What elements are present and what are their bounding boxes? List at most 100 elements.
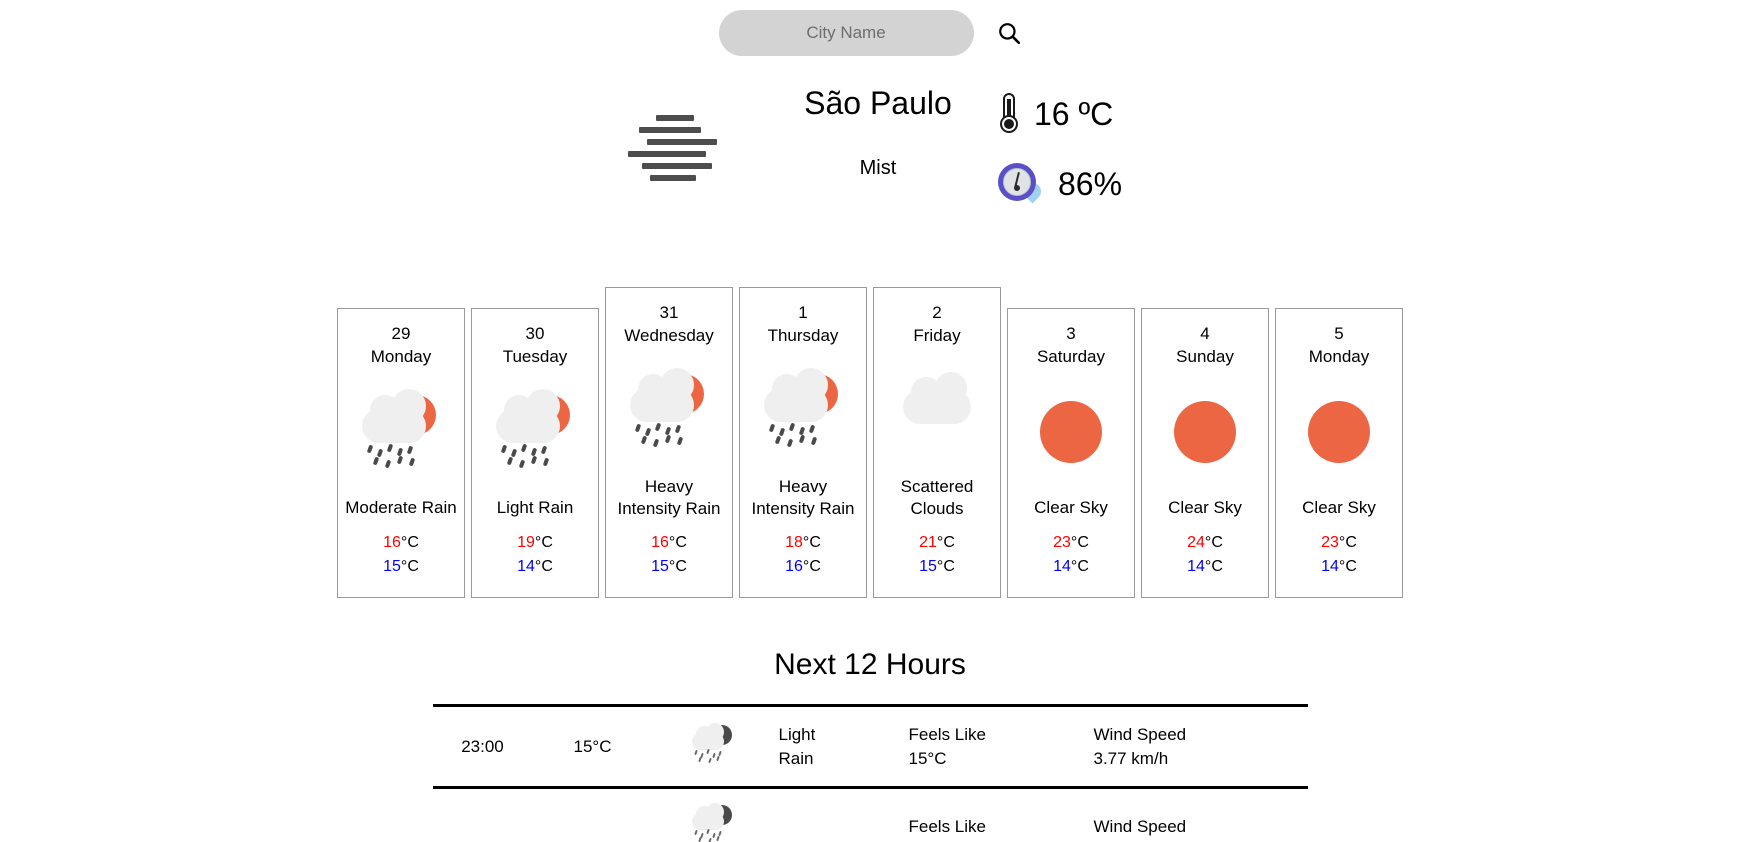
forecast-description: Clear Sky	[1302, 497, 1376, 517]
sun-cloud-rain-icon	[628, 367, 710, 450]
sun-cloud-rain-icon	[494, 388, 576, 471]
current-conditions: São Paulo Mist 16 ºC 86%	[0, 85, 1740, 212]
hourly-row: Feels Like Wind Speed	[432, 787, 1308, 842]
forecast-low-temp: 15°C	[383, 557, 419, 575]
hourly-row: 23:00 15°C Light Rain Feels Like 15°C Wi…	[432, 705, 1308, 788]
mist-icon	[618, 108, 728, 188]
forecast-card[interactable]: 3 Saturday Clear Sky 23°C 14°C	[1007, 307, 1135, 598]
sun-icon	[1030, 393, 1112, 471]
cloud-icon	[896, 371, 978, 450]
hourly-table-body: 23:00 15°C Light Rain Feels Like 15°C Wi…	[432, 705, 1308, 842]
forecast-high-temp: 23°C	[1321, 533, 1357, 551]
hourly-condition	[773, 788, 903, 842]
hourly-icon-cell	[653, 705, 773, 788]
forecast-description: Moderate Rain	[345, 497, 457, 517]
sun-cloud-rain-icon	[762, 367, 844, 450]
forecast-date: 3	[1066, 323, 1076, 343]
forecast-high-temp: 19°C	[517, 533, 553, 551]
forecast-description: Scattered Clouds	[900, 476, 974, 519]
forecast-card[interactable]: 30 Tuesday Light Rain 19°C 14°C	[471, 307, 599, 598]
hourly-temp	[533, 788, 653, 842]
forecast-card-list: 29 Monday Moderate Rain 16°C 15°C 30 Tues…	[0, 287, 1740, 598]
forecast-high-temp: 23°C	[1053, 533, 1089, 551]
forecast-date: 4	[1200, 323, 1210, 343]
forecast-high-temp: 16°C	[651, 533, 687, 551]
sun-cloud-rain-icon	[360, 388, 442, 471]
forecast-card[interactable]: 2 Friday Scattered Clouds 21°C 15°C	[873, 287, 1001, 598]
forecast-weekday: Friday	[913, 325, 961, 345]
search-bar	[0, 0, 1740, 56]
current-humidity: 86%	[1057, 165, 1123, 202]
temperature-row: 16 ºC	[998, 86, 1122, 142]
forecast-weekday: Saturday	[1036, 346, 1106, 366]
forecast-date: 2	[932, 303, 942, 322]
forecast-card[interactable]: 5 Monday Clear Sky 23°C 14°C	[1275, 307, 1403, 598]
current-temperature: 16 ºC	[1033, 95, 1114, 132]
forecast-icon-wrap	[746, 366, 860, 456]
forecast-icon-wrap	[478, 387, 592, 477]
forecast-low-temp: 15°C	[919, 557, 955, 575]
forecast-weekday: Thursday	[767, 325, 839, 345]
forecast-low-temp: 16°C	[785, 557, 821, 575]
forecast-description: Heavy Intensity Rain	[617, 476, 721, 519]
forecast-weekday: Sunday	[1176, 346, 1234, 366]
forecast-weekday: Monday	[370, 346, 432, 366]
current-description: Mist	[859, 157, 897, 180]
forecast-description: Clear Sky	[1034, 497, 1108, 517]
forecast-low-temp: 14°C	[1321, 557, 1357, 575]
forecast-low-temp: 14°C	[1053, 557, 1089, 575]
thermometer-icon	[998, 93, 1020, 135]
forecast-description: Heavy Intensity Rain	[751, 476, 855, 519]
humidity-gauge-icon	[997, 163, 1045, 205]
search-input[interactable]	[718, 10, 974, 56]
hourly-temp: 15°C	[573, 736, 612, 756]
forecast-date: 31	[659, 303, 679, 322]
forecast-date: 30	[525, 323, 545, 343]
forecast-low-temp: 15°C	[651, 557, 687, 575]
forecast-card[interactable]: 29 Monday Moderate Rain 16°C 15°C	[337, 307, 465, 598]
forecast-weekday: Monday	[1308, 346, 1370, 366]
hourly-wind-speed: Wind Speed	[1093, 817, 1187, 837]
forecast-card[interactable]: 31 Wednesday Heavy Intensity Rain 16°C 1…	[605, 287, 733, 598]
current-text-column: São Paulo Mist	[788, 85, 968, 180]
forecast-icon-wrap	[1014, 387, 1128, 477]
forecast-icon-wrap	[612, 366, 726, 456]
forecast-description: Clear Sky	[1168, 497, 1242, 517]
forecast-weekday: Tuesday	[502, 346, 568, 366]
hourly-feels-like: Feels Like 15°C	[908, 724, 986, 768]
forecast-icon-wrap	[1148, 387, 1262, 477]
forecast-high-temp: 24°C	[1187, 533, 1223, 551]
night-cloud-rain-icon	[691, 803, 734, 842]
forecast-date: 5	[1334, 323, 1344, 343]
forecast-icon-wrap	[1282, 387, 1396, 477]
forecast-card[interactable]: 1 Thursday Heavy Intensity Rain 18°C 16°…	[739, 287, 867, 598]
search-button[interactable]	[996, 20, 1022, 46]
hourly-forecast-table: 23:00 15°C Light Rain Feels Like 15°C Wi…	[432, 704, 1308, 842]
sun-icon	[1298, 393, 1380, 471]
forecast-low-temp: 14°C	[517, 557, 553, 575]
hourly-title: Next 12 Hours	[774, 647, 966, 681]
forecast-icon-wrap	[880, 366, 994, 456]
hourly-icon-cell	[653, 788, 773, 842]
night-cloud-rain-icon	[691, 723, 734, 764]
forecast-high-temp: 16°C	[383, 533, 419, 551]
forecast-card[interactable]: 4 Sunday Clear Sky 24°C 14°C	[1141, 307, 1269, 598]
hourly-wind-speed: Wind Speed 3.77 km/h	[1093, 724, 1187, 768]
search-icon	[998, 23, 1020, 45]
hourly-feels-like: Feels Like	[908, 817, 986, 837]
sun-icon	[1164, 393, 1246, 471]
forecast-high-temp: 21°C	[919, 533, 955, 551]
humidity-row: 86%	[997, 156, 1123, 212]
city-name: São Paulo	[804, 85, 952, 121]
forecast-low-temp: 14°C	[1187, 557, 1223, 575]
forecast-weekday: Wednesday	[624, 325, 714, 345]
forecast-description: Light Rain	[496, 497, 574, 517]
forecast-high-temp: 18°C	[785, 533, 821, 551]
hourly-time: 23:00	[461, 736, 504, 756]
forecast-icon-wrap	[344, 387, 458, 477]
forecast-date: 1	[798, 303, 808, 322]
forecast-date: 29	[391, 323, 411, 343]
current-values-column: 16 ºC 86%	[997, 86, 1123, 212]
hourly-time	[433, 788, 533, 842]
hourly-condition: Light Rain	[778, 724, 816, 768]
